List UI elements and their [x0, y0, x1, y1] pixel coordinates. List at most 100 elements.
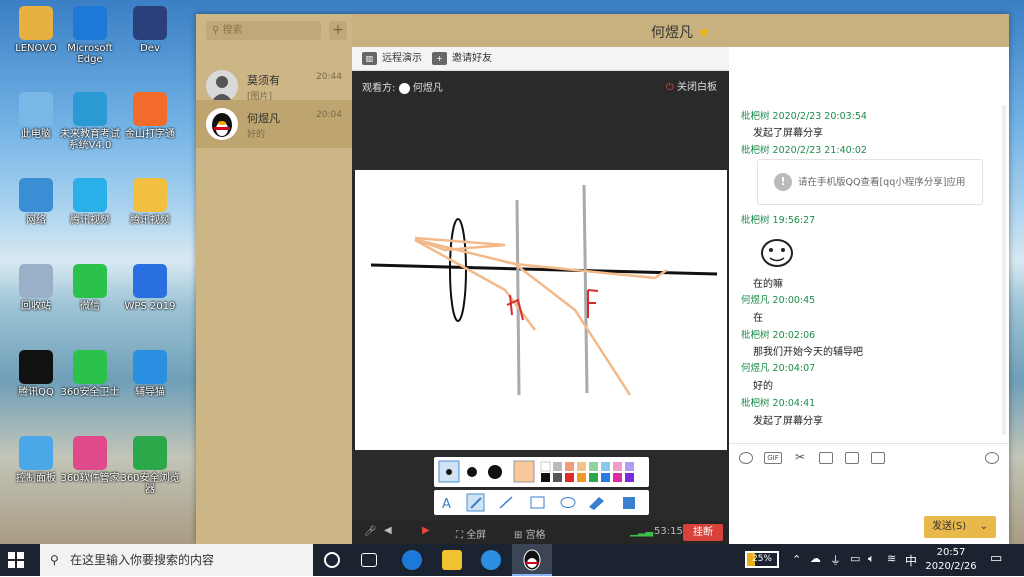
desktop-icon[interactable]: 未来教育考试系统V4.0 — [58, 92, 122, 151]
eraser-tool-icon[interactable] — [589, 497, 604, 510]
message-time: 20:00:45 — [772, 295, 816, 306]
color-picker[interactable] — [513, 460, 634, 483]
microphone-icon[interactable]: 🎤︎ — [364, 526, 377, 537]
qq-search-input[interactable]: ⚲ 搜索 — [206, 21, 321, 40]
send-button[interactable]: 发送(S) ⌄ — [924, 516, 996, 538]
gif-icon[interactable]: GIF — [764, 452, 782, 464]
chat-title: 何煜凡 — [650, 25, 693, 41]
onedrive-icon[interactable]: ☁ — [810, 552, 821, 565]
message-text: 在的嘛 — [753, 279, 783, 290]
message-text: 好的 — [753, 381, 773, 392]
edge-taskbar-icon[interactable] — [402, 550, 422, 570]
rectangle-tool-icon[interactable] — [530, 496, 545, 509]
this-pc-icon — [19, 92, 53, 126]
tencent-video-icon — [73, 178, 107, 212]
close-whiteboard-button[interactable]: ⏻ 关闭白板 — [666, 78, 717, 93]
desktop-icon-label: 360安全卫士 — [60, 387, 120, 398]
desktop-icon[interactable]: 腾讯视频 — [58, 178, 122, 226]
desktop-icon-label: 360安全浏览器 — [120, 473, 180, 495]
usb-icon[interactable]: ⏚ — [830, 552, 841, 568]
ellipse-tool-icon[interactable] — [560, 497, 576, 508]
signal-icon: ▁▂▃ — [630, 526, 654, 537]
grid-view-button[interactable]: ⊞ 宫格 — [514, 526, 546, 541]
speaker-icon[interactable]: ◀ — [384, 525, 392, 536]
whiteboard-canvas[interactable] — [355, 170, 727, 450]
wps-icon — [133, 264, 167, 298]
desktop-icon[interactable]: 360安全浏览器 — [118, 436, 182, 495]
message-input-area[interactable] — [729, 474, 1009, 512]
desktop-icon[interactable]: 金山打字通 — [118, 92, 182, 140]
scrollbar[interactable] — [1002, 105, 1006, 435]
notice-text: 请在手机版QQ查看[qq小程序分享]应用 — [798, 177, 966, 188]
contact-preview: 好的 — [247, 130, 266, 140]
clock-app-icon[interactable] — [481, 550, 501, 570]
desktop-icon[interactable]: WPS 2019 — [118, 264, 182, 312]
desktop-icon[interactable]: 微信 — [58, 264, 122, 312]
message-meta: 枇杷树 2020/2/23 20:03:54 — [741, 108, 867, 122]
chevron-up-icon[interactable]: ⌃ — [792, 553, 801, 566]
arrow-tool-icon[interactable] — [499, 496, 513, 509]
desktop-icon[interactable]: 辅导猫 — [118, 350, 182, 398]
share-screen-icon[interactable] — [845, 452, 859, 464]
pen-size-medium[interactable] — [467, 467, 477, 477]
pen-tool-icon[interactable] — [466, 493, 485, 512]
ime-indicator[interactable]: 中 — [905, 552, 917, 569]
save-icon[interactable] — [623, 497, 635, 509]
360-guard-icon — [73, 350, 107, 384]
contact-item-heyufan[interactable]: 何煜凡 好的 20:04 — [196, 100, 352, 148]
message-sender: 枇杷树 — [741, 398, 770, 409]
task-view-icon[interactable] — [361, 553, 377, 567]
history-clock-icon[interactable] — [985, 452, 999, 464]
text-tool-icon[interactable]: A — [442, 497, 451, 512]
battery-indicator[interactable]: 25% — [745, 551, 779, 568]
call-duration: 53:15 — [654, 526, 683, 537]
message-sender: 枇杷树 — [741, 330, 770, 341]
remote-demo-button[interactable]: ▥ 远程演示 — [362, 51, 422, 67]
input-toolbar: GIF ✂ — [729, 443, 1009, 473]
add-contact-button[interactable]: + — [329, 21, 347, 40]
network-status-icon[interactable]: ▭ — [850, 552, 860, 565]
file-explorer-icon[interactable] — [442, 550, 462, 570]
qq-taskbar-button[interactable] — [512, 544, 552, 576]
fullscreen-button[interactable]: ⛶ 全屏 — [456, 526, 486, 541]
taskbar-search-input[interactable]: ⚲ 在这里输入你要搜索的内容 — [40, 544, 313, 576]
contact-name: 何煜凡 — [247, 112, 280, 125]
cortana-icon[interactable] — [324, 552, 340, 568]
miniprogram-notice-card[interactable]: ! 请在手机版QQ查看[qq小程序分享]应用 — [757, 159, 983, 205]
desktop-icon[interactable]: 360软件管家 — [58, 436, 122, 484]
camera-off-icon[interactable]: ▶ — [422, 525, 430, 536]
send-label: 发送(S) — [932, 521, 967, 532]
taskbar-clock[interactable]: 20:57 2020/2/26 — [925, 546, 977, 574]
viewer-label: 观看方: — [362, 83, 396, 94]
desktop-icon[interactable]: 360安全卫士 — [58, 350, 122, 398]
desktop-icon[interactable]: Dev — [118, 6, 182, 54]
windows-start-icon[interactable] — [8, 552, 24, 568]
message-sender: 枇杷树 — [741, 145, 770, 156]
pen-size-large[interactable] — [488, 465, 502, 479]
scissors-icon[interactable]: ✂ — [793, 451, 807, 464]
message-text: 发起了屏幕分享 — [753, 416, 823, 427]
invite-friend-button[interactable]: + 邀请好友 — [432, 51, 492, 67]
sticker-image[interactable] — [757, 231, 797, 271]
notification-icon[interactable]: ▭ — [990, 551, 1002, 566]
folder-icon[interactable] — [819, 452, 833, 464]
hangup-button[interactable]: 挂断 — [683, 524, 723, 541]
desktop-icon-label: 腾讯视频 — [70, 215, 110, 226]
message-meta: 枇杷树 20:02:06 — [741, 327, 815, 341]
emoji-icon[interactable] — [739, 452, 753, 464]
desktop-icon[interactable]: 腾讯视频 — [118, 178, 182, 226]
pen-size-small[interactable] — [438, 460, 460, 483]
recycle-bin-icon — [19, 264, 53, 298]
chevron-down-icon[interactable]: ⌄ — [980, 516, 988, 538]
qq-penguin-avatar — [206, 108, 238, 140]
volume-icon[interactable]: 🔈︎ — [868, 552, 875, 566]
search-placeholder: 搜索 — [222, 25, 243, 36]
qq-icon — [19, 350, 53, 384]
desktop-icon[interactable]: Microsoft Edge — [58, 6, 122, 65]
edge-icon — [73, 6, 107, 40]
message-sender: 枇杷树 — [741, 111, 770, 122]
message-sender: 何煜凡 — [741, 363, 770, 374]
image-icon[interactable] — [871, 452, 885, 464]
desktop-icon-label: Dev — [140, 43, 160, 54]
wifi-icon[interactable]: ≋ — [887, 552, 896, 565]
